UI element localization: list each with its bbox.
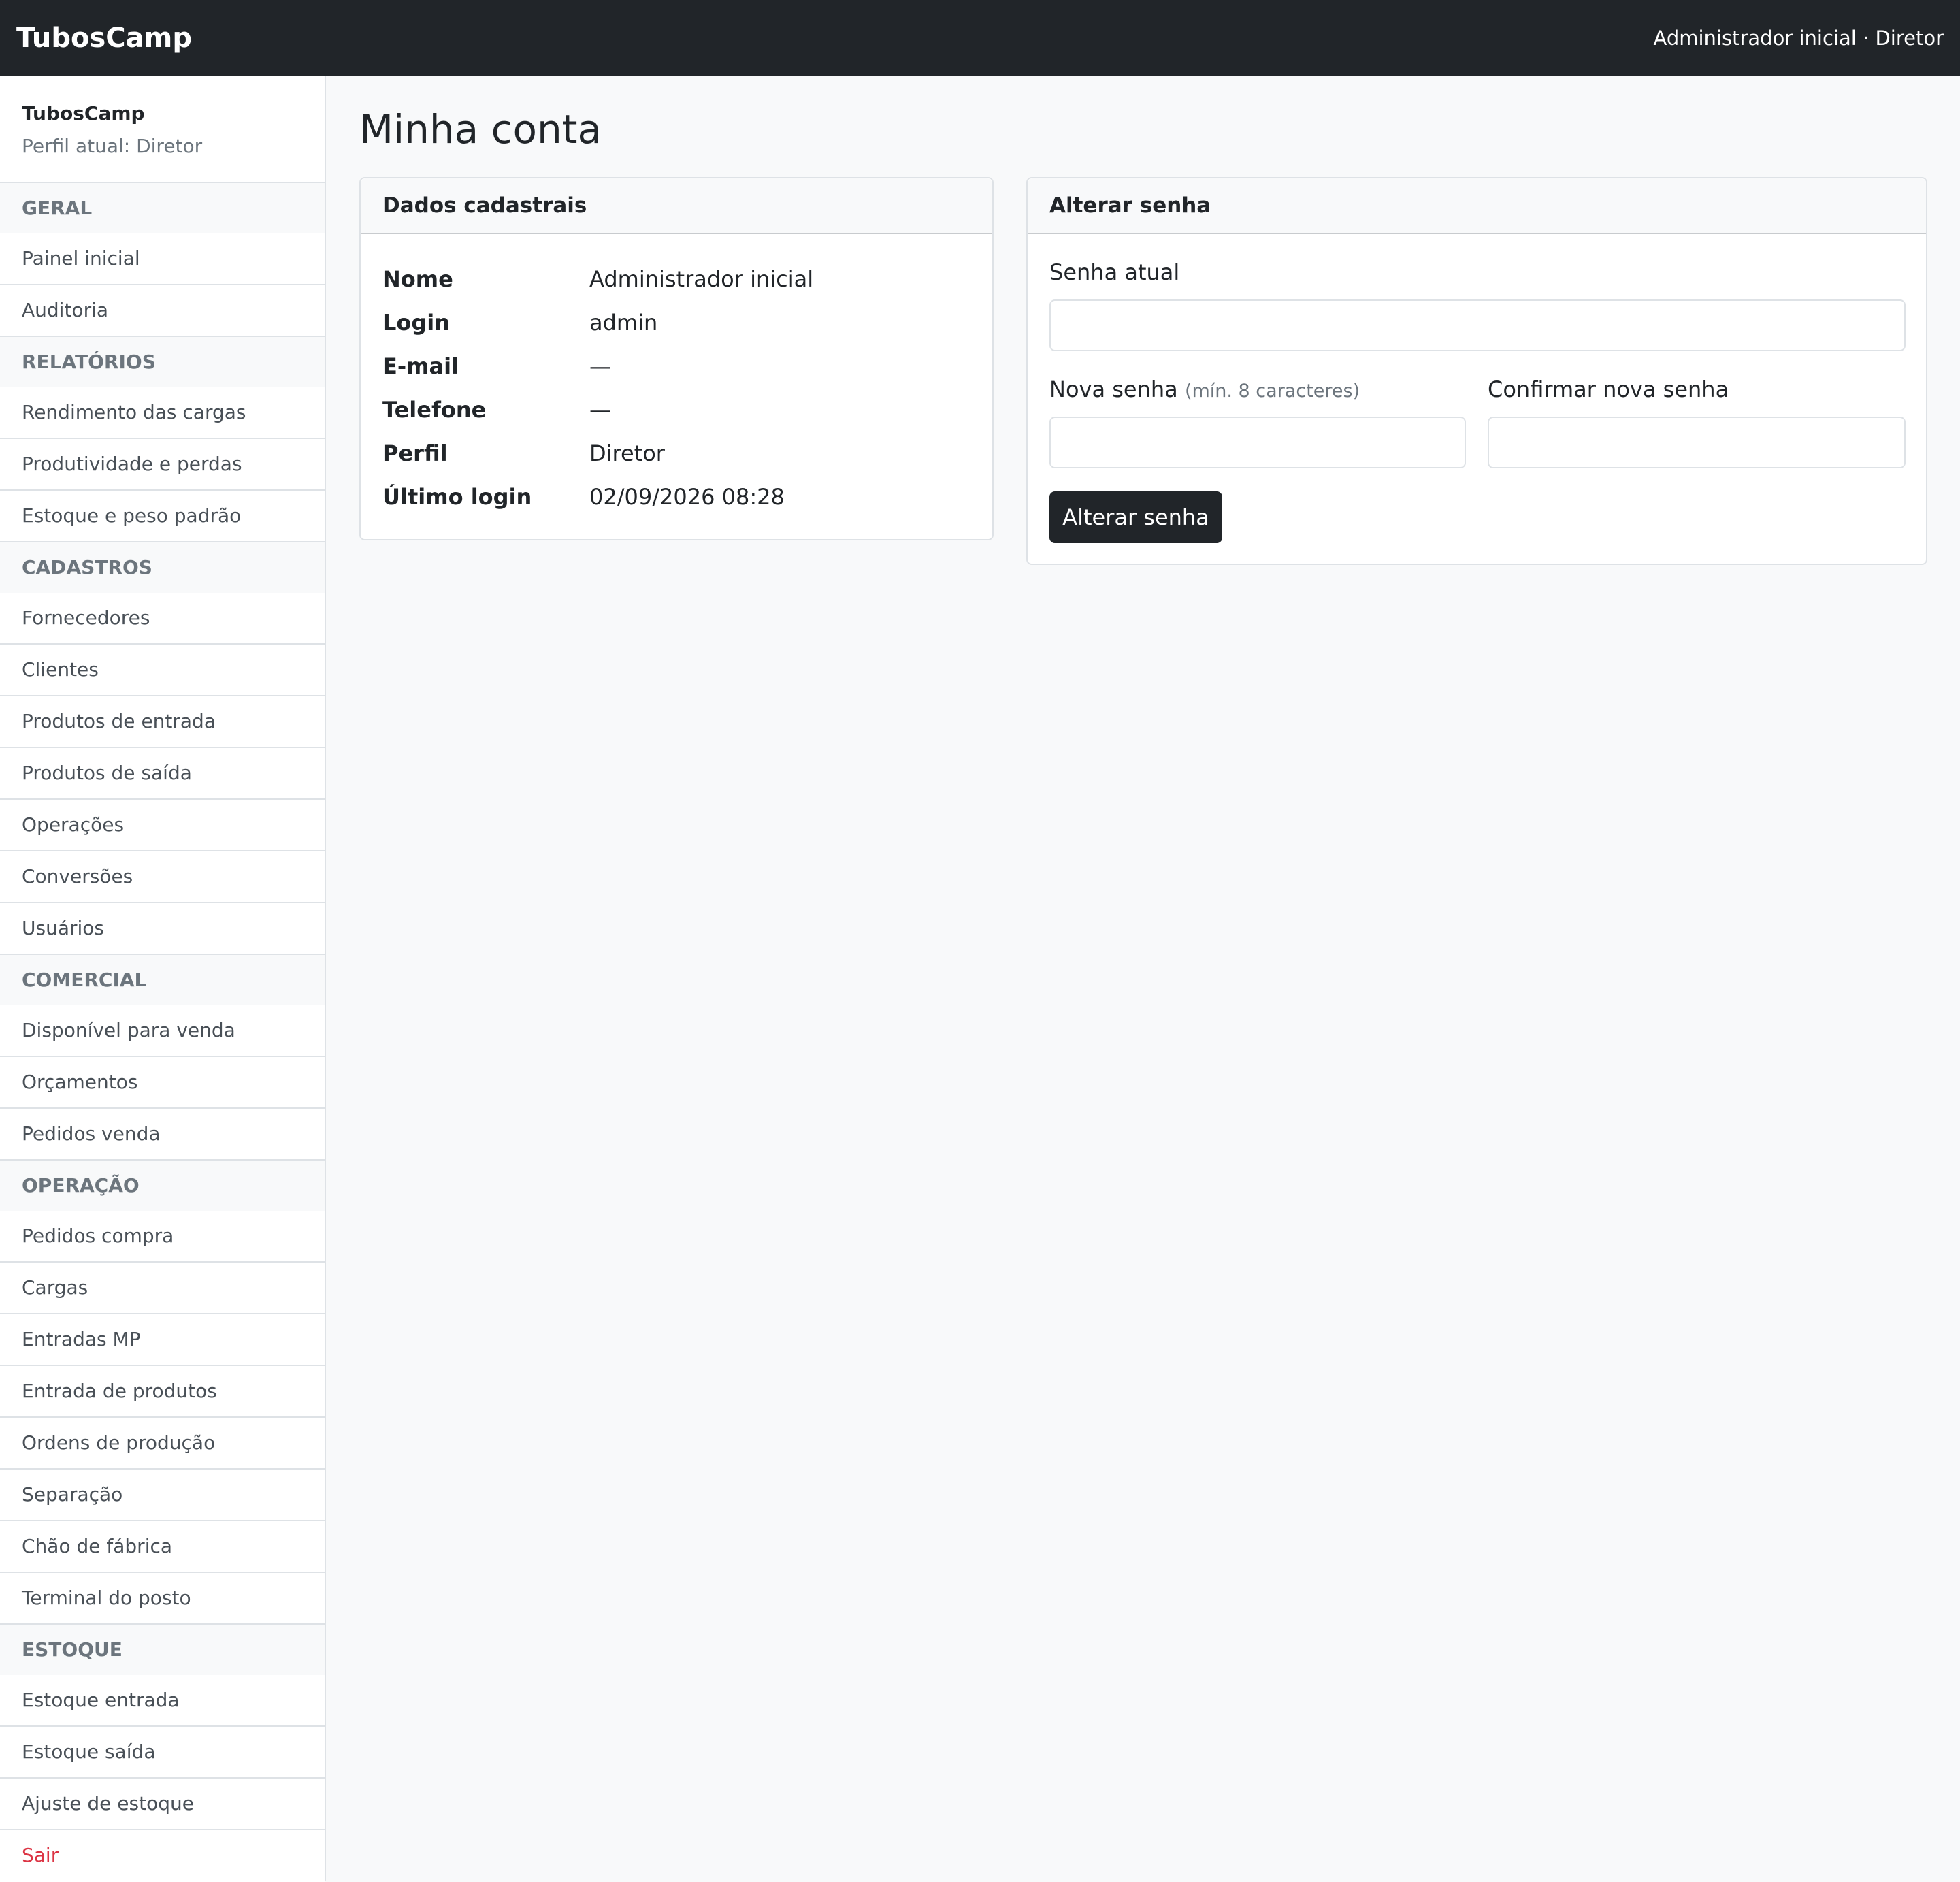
logout-link[interactable]: Sair: [0, 1830, 325, 1882]
sidebar-section-estoque: ESTOQUE: [0, 1625, 325, 1675]
sidebar-item-fornecedores[interactable]: Fornecedores: [0, 593, 325, 645]
info-value: admin: [589, 310, 658, 336]
info-label: Nome: [382, 266, 453, 292]
sidebar-item-cargas[interactable]: Cargas: [0, 1263, 325, 1314]
info-value: Administrador inicial: [589, 266, 814, 292]
sidebar: TubosCamp Perfil atual: Diretor GERAL Pa…: [0, 76, 326, 1882]
sidebar-item-chao-fabrica[interactable]: Chão de fábrica: [0, 1521, 325, 1573]
sidebar-item-auditoria[interactable]: Auditoria: [0, 285, 325, 337]
sidebar-item-pedidos-compra[interactable]: Pedidos compra: [0, 1211, 325, 1263]
sidebar-item-entradas-mp[interactable]: Entradas MP: [0, 1314, 325, 1366]
new-password-input[interactable]: [1049, 417, 1466, 468]
sidebar-item-estoque-saida[interactable]: Estoque saída: [0, 1727, 325, 1779]
sidebar-item-separacao[interactable]: Separação: [0, 1470, 325, 1521]
info-row-perfil: Perfil Diretor: [382, 432, 813, 475]
sidebar-section-geral: GERAL: [0, 183, 325, 233]
change-password-card: Alterar senha Senha atual Nova senha (mí…: [1026, 177, 1927, 565]
sidebar-profile: Perfil atual: Diretor: [22, 135, 203, 157]
sidebar-section-operacao: OPERAÇÃO: [0, 1161, 325, 1211]
confirm-password-input[interactable]: [1488, 417, 1906, 468]
info-row-login: Login admin: [382, 301, 813, 344]
sidebar-item-produtos-saida[interactable]: Produtos de saída: [0, 748, 325, 800]
current-password-input[interactable]: [1049, 299, 1906, 351]
new-password-label-text: Nova senha: [1049, 376, 1178, 402]
page-title: Minha conta: [359, 106, 602, 152]
info-value: —: [589, 397, 611, 423]
info-label: Perfil: [382, 440, 448, 466]
current-password-label: Senha atual: [1049, 259, 1180, 285]
sidebar-item-operacoes[interactable]: Operações: [0, 800, 325, 851]
sidebar-item-usuarios[interactable]: Usuários: [0, 903, 325, 955]
sidebar-item-painel-inicial[interactable]: Painel inicial: [0, 233, 325, 285]
sidebar-item-entrada-produtos[interactable]: Entrada de produtos: [0, 1366, 325, 1418]
sidebar-item-produtividade-perdas[interactable]: Produtividade e perdas: [0, 439, 325, 491]
user-info: Administrador inicial · Diretor: [1653, 27, 1944, 50]
brand-logo[interactable]: TubosCamp: [16, 22, 192, 54]
info-label: Login: [382, 310, 451, 336]
change-password-button[interactable]: Alterar senha: [1049, 491, 1222, 543]
sidebar-section-cadastros: CADASTROS: [0, 542, 325, 593]
sidebar-item-rendimento-cargas[interactable]: Rendimento das cargas: [0, 387, 325, 439]
sidebar-item-clientes[interactable]: Clientes: [0, 645, 325, 696]
sidebar-item-ordens-producao[interactable]: Ordens de produção: [0, 1418, 325, 1470]
info-value: 02/09/2026 08:28: [589, 484, 785, 510]
info-label: E-mail: [382, 353, 459, 379]
info-label: Último login: [382, 484, 532, 510]
top-navbar: TubosCamp Administrador inicial · Direto…: [0, 0, 1960, 76]
sidebar-item-disponivel-venda[interactable]: Disponível para venda: [0, 1005, 325, 1057]
sidebar-item-ajuste-estoque[interactable]: Ajuste de estoque: [0, 1779, 325, 1830]
account-info-card: Dados cadastrais Nome Administrador inic…: [359, 177, 994, 540]
sidebar-header: TubosCamp Perfil atual: Diretor: [0, 76, 325, 183]
sidebar-section-relatorios: RELATÓRIOS: [0, 337, 325, 387]
info-row-email: E-mail —: [382, 344, 813, 388]
sidebar-item-estoque-entrada[interactable]: Estoque entrada: [0, 1675, 325, 1727]
sidebar-item-terminal-posto[interactable]: Terminal do posto: [0, 1573, 325, 1625]
sidebar-item-orcamentos[interactable]: Orçamentos: [0, 1057, 325, 1109]
new-password-hint: (mín. 8 caracteres): [1184, 380, 1360, 402]
info-value: —: [589, 353, 611, 379]
new-password-label: Nova senha (mín. 8 caracteres): [1049, 374, 1360, 406]
info-row-nome: Nome Administrador inicial: [382, 257, 813, 301]
account-info-list: Nome Administrador inicial Login admin E…: [382, 257, 813, 519]
sidebar-title: TubosCamp: [22, 102, 145, 125]
sidebar-item-estoque-peso-padrao[interactable]: Estoque e peso padrão: [0, 491, 325, 542]
sidebar-item-pedidos-venda[interactable]: Pedidos venda: [0, 1109, 325, 1161]
account-info-header: Dados cadastrais: [361, 178, 992, 234]
change-password-header: Alterar senha: [1028, 178, 1926, 234]
info-value: Diretor: [589, 440, 665, 466]
sidebar-item-conversoes[interactable]: Conversões: [0, 851, 325, 903]
info-row-ultimo-login: Último login 02/09/2026 08:28: [382, 475, 813, 519]
sidebar-item-produtos-entrada[interactable]: Produtos de entrada: [0, 696, 325, 748]
info-label: Telefone: [382, 397, 487, 423]
info-row-telefone: Telefone —: [382, 388, 813, 432]
confirm-password-label: Confirmar nova senha: [1488, 376, 1729, 402]
sidebar-section-comercial: COMERCIAL: [0, 955, 325, 1005]
